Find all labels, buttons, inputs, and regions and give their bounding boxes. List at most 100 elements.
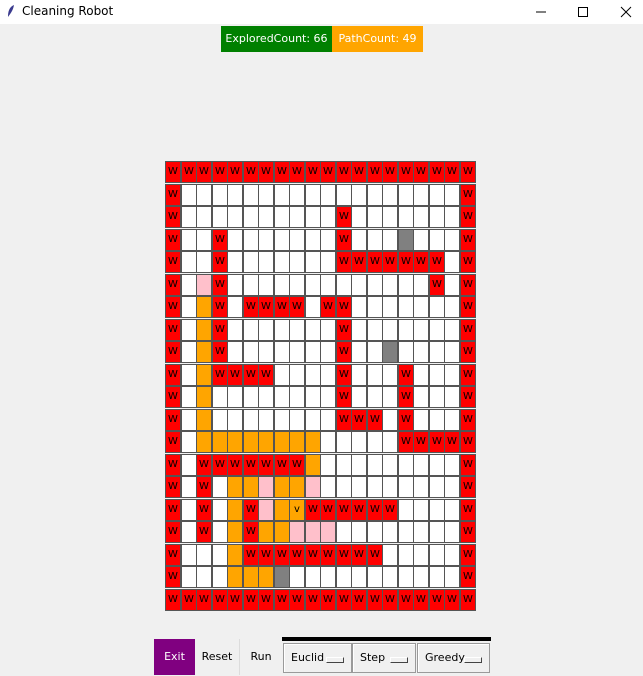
- grid-cell-empty[interactable]: [444, 296, 460, 318]
- grid-cell-wall[interactable]: W: [398, 589, 414, 611]
- grid-cell-empty[interactable]: [181, 319, 197, 341]
- grid-cell-empty[interactable]: [382, 454, 398, 476]
- grid-cell-wall[interactable]: W: [460, 566, 476, 588]
- grid-cell-empty[interactable]: [320, 386, 336, 408]
- grid-cell-empty[interactable]: [429, 229, 445, 251]
- grid-cell-path[interactable]: [274, 476, 290, 498]
- grid-cell-empty[interactable]: [258, 409, 274, 431]
- grid-cell-path[interactable]: [212, 431, 228, 453]
- grid-cell-wall[interactable]: W: [196, 476, 212, 498]
- grid-cell-path[interactable]: [227, 566, 243, 588]
- grid-cell-empty[interactable]: [181, 341, 197, 363]
- grid-cell-empty[interactable]: [367, 296, 383, 318]
- grid-cell-wall[interactable]: W: [413, 431, 429, 453]
- grid-cell-wall[interactable]: W: [243, 521, 259, 543]
- grid-cell-empty[interactable]: [320, 251, 336, 273]
- grid-cell-empty[interactable]: [367, 566, 383, 588]
- grid-cell-empty[interactable]: [429, 296, 445, 318]
- grid-cell-empty[interactable]: [367, 431, 383, 453]
- grid-cell-wall[interactable]: W: [413, 251, 429, 273]
- grid-cell-empty[interactable]: [181, 431, 197, 453]
- grid-cell-wall[interactable]: W: [243, 499, 259, 521]
- grid-cell-empty[interactable]: [398, 296, 414, 318]
- grid-cell-empty[interactable]: [181, 386, 197, 408]
- grid-cell-empty[interactable]: [289, 364, 305, 386]
- grid-cell-wall[interactable]: W: [196, 499, 212, 521]
- grid-cell-path[interactable]: [289, 431, 305, 453]
- grid-cell-path[interactable]: [196, 296, 212, 318]
- grid-cell-empty[interactable]: [382, 521, 398, 543]
- grid-cell-empty[interactable]: [258, 341, 274, 363]
- algorithm-dropdown[interactable]: Greedy: [417, 643, 490, 673]
- grid-cell-empty[interactable]: [398, 206, 414, 228]
- grid-cell-empty[interactable]: [351, 319, 367, 341]
- grid-cell-wall[interactable]: W: [460, 184, 476, 206]
- grid-cell-empty[interactable]: [305, 409, 321, 431]
- grid-cell-empty[interactable]: [351, 229, 367, 251]
- grid-cell-empty[interactable]: [336, 566, 352, 588]
- grid-cell-empty[interactable]: [413, 206, 429, 228]
- grid-cell-wall[interactable]: W: [320, 589, 336, 611]
- grid-cell-empty[interactable]: [367, 386, 383, 408]
- grid-cell-empty[interactable]: [289, 206, 305, 228]
- grid-cell-empty[interactable]: [258, 274, 274, 296]
- grid-cell-empty[interactable]: [274, 274, 290, 296]
- grid-cell-wall[interactable]: W: [212, 364, 228, 386]
- grid-cell-empty[interactable]: [429, 386, 445, 408]
- maximize-button[interactable]: [561, 0, 605, 24]
- grid-cell-empty[interactable]: [181, 409, 197, 431]
- grid-cell-wall[interactable]: W: [165, 454, 181, 476]
- grid-cell-empty[interactable]: [413, 476, 429, 498]
- grid-cell-empty[interactable]: [181, 184, 197, 206]
- grid-cell-path[interactable]: [196, 319, 212, 341]
- grid-cell-empty[interactable]: [429, 206, 445, 228]
- grid-cell-wall[interactable]: W: [258, 589, 274, 611]
- grid-cell-empty[interactable]: [227, 409, 243, 431]
- grid-cell-empty[interactable]: [243, 184, 259, 206]
- grid-cell-empty[interactable]: [320, 206, 336, 228]
- grid-cell-empty[interactable]: [351, 206, 367, 228]
- grid-cell-empty[interactable]: [444, 566, 460, 588]
- grid-cell-empty[interactable]: [196, 229, 212, 251]
- grid-cell-wall[interactable]: W: [165, 589, 181, 611]
- grid-cell-wall[interactable]: W: [289, 161, 305, 183]
- grid-cell-empty[interactable]: [351, 476, 367, 498]
- exit-button[interactable]: Exit: [154, 639, 195, 675]
- grid-cell-wall[interactable]: W: [398, 409, 414, 431]
- grid-cell-empty[interactable]: [227, 206, 243, 228]
- grid-cell-empty[interactable]: [382, 566, 398, 588]
- grid-cell-wall[interactable]: W: [196, 589, 212, 611]
- grid-cell-empty[interactable]: [336, 454, 352, 476]
- grid-cell-wall[interactable]: W: [460, 296, 476, 318]
- grid-cell-wall[interactable]: W: [320, 161, 336, 183]
- grid-cell-wall[interactable]: W: [367, 589, 383, 611]
- grid-cell-path[interactable]: [258, 566, 274, 588]
- grid-cell-empty[interactable]: [367, 454, 383, 476]
- grid-cell-wall[interactable]: W: [367, 499, 383, 521]
- grid-cell-empty[interactable]: [258, 251, 274, 273]
- grid-cell-empty[interactable]: [227, 251, 243, 273]
- grid-cell-explored[interactable]: [258, 499, 274, 521]
- grid-cell-wall[interactable]: W: [258, 161, 274, 183]
- grid-cell-empty[interactable]: [444, 386, 460, 408]
- grid-cell-empty[interactable]: [351, 341, 367, 363]
- grid-cell-empty[interactable]: [289, 341, 305, 363]
- grid-cell-empty[interactable]: [382, 431, 398, 453]
- grid-cell-wall[interactable]: W: [444, 589, 460, 611]
- grid-cell-wall[interactable]: W: [336, 386, 352, 408]
- grid-cell-empty[interactable]: [336, 274, 352, 296]
- grid-cell-empty[interactable]: [289, 386, 305, 408]
- grid-cell-path[interactable]: [196, 386, 212, 408]
- grid-cell-empty[interactable]: [367, 521, 383, 543]
- grid-cell-empty[interactable]: [413, 319, 429, 341]
- grid-cell-empty[interactable]: [351, 364, 367, 386]
- grid-cell-wall[interactable]: W: [165, 544, 181, 566]
- grid-cell-empty[interactable]: [413, 386, 429, 408]
- grid-cell-empty[interactable]: [367, 364, 383, 386]
- grid-cell-wall[interactable]: W: [274, 544, 290, 566]
- grid-cell-empty[interactable]: [382, 296, 398, 318]
- grid-cell-empty[interactable]: [181, 251, 197, 273]
- grid-cell-empty[interactable]: [243, 386, 259, 408]
- grid-cell-empty[interactable]: [320, 319, 336, 341]
- grid-cell-wall[interactable]: W: [429, 431, 445, 453]
